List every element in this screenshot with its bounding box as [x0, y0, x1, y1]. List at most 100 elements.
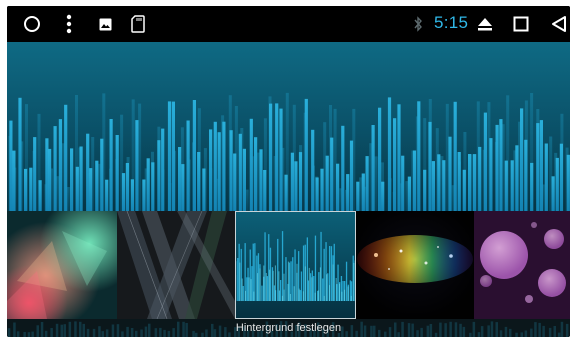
equalizer-bar: [239, 262, 241, 301]
equalizer-bar: [335, 278, 337, 301]
wallpaper-thumbnail-4[interactable]: [356, 211, 474, 319]
equalizer-bar: [79, 146, 83, 212]
equalizer-bar: [412, 150, 417, 212]
equalizer-bar: [387, 97, 392, 212]
equalizer-bar: [64, 104, 68, 212]
equalizer-bar: [327, 273, 329, 301]
equalizer-bar: [344, 289, 346, 301]
equalizer-bar: [332, 264, 334, 301]
equalizer-bar: [263, 170, 267, 212]
equalizer-bar: [161, 128, 165, 212]
equalizer-bar: [417, 101, 421, 212]
equalizer-bar: [401, 155, 405, 212]
equalizer-bar: [130, 179, 134, 212]
equalizer-bar: [75, 166, 79, 212]
equalizer-bar: [478, 146, 482, 212]
equalizer-bar: [349, 140, 354, 212]
equalizer-bar: [109, 119, 113, 212]
overflow-menu-icon[interactable]: [61, 6, 77, 42]
equalizer-bar: [299, 290, 301, 301]
equalizer-bar: [304, 266, 306, 301]
equalizer-bar: [222, 121, 226, 212]
equalizer-bar: [70, 148, 74, 212]
equalizer-bar: [269, 103, 273, 212]
equalizer-bar: [339, 283, 340, 301]
equalizer-bar: [242, 286, 244, 301]
equalizer-bar: [304, 98, 308, 212]
equalizer-bar: [524, 139, 528, 212]
eject-icon[interactable]: [475, 6, 495, 42]
equalizer-bar: [336, 163, 340, 212]
equalizer-bar: [209, 129, 213, 212]
equalizer-bar: [361, 173, 365, 212]
wallpaper-thumbnail-1[interactable]: [7, 211, 117, 319]
equalizer-bar: [289, 294, 291, 301]
equalizer-bar: [259, 268, 261, 301]
equalizer-bar: [462, 169, 466, 212]
equalizer-bar: [12, 150, 16, 212]
equalizer-bar: [138, 103, 142, 212]
circle-home-icon[interactable]: [21, 6, 43, 42]
equalizer-bar: [217, 132, 221, 212]
equalizer-bar: [294, 161, 298, 212]
equalizer-bar: [347, 286, 349, 301]
wallpaper-thumbnail-3[interactable]: [235, 211, 356, 319]
equalizer-bar: [445, 103, 449, 212]
equalizer-bar: [254, 137, 258, 212]
equalizer-bar: [330, 137, 334, 212]
equalizer-bar: [24, 168, 28, 212]
equalizer-bar: [431, 161, 435, 212]
equalizer-bar: [559, 143, 563, 212]
equalizer-bar: [58, 119, 62, 212]
equalizer-bar: [105, 179, 109, 212]
back-triangle-icon[interactable]: [549, 6, 569, 42]
equalizer-bar: [489, 138, 493, 212]
equalizer-bar: [378, 107, 382, 212]
set-wallpaper-button[interactable]: Hintergrund festlegen: [7, 319, 570, 337]
equalizer-bar: [249, 118, 253, 212]
wallpaper-preview: [7, 42, 570, 212]
wallpaper-action-bar: Hintergrund festlegen: [7, 319, 570, 337]
equalizer-bar: [350, 295, 352, 301]
equalizer-bar: [202, 168, 206, 212]
equalizer-bar: [473, 154, 477, 212]
status-clock: 5:15: [434, 13, 469, 32]
equalizer-bar: [320, 168, 324, 212]
equalizer-bar: [290, 152, 294, 212]
equalizer-bar: [263, 265, 265, 301]
equalizer-bar: [397, 104, 401, 212]
wallpaper-thumbnail-5[interactable]: [474, 211, 570, 319]
equalizer-bar: [146, 158, 150, 212]
equalizer-bar: [246, 277, 248, 301]
equalizer-bar: [342, 281, 344, 301]
square-recents-icon[interactable]: [511, 6, 531, 42]
equalizer-bar: [330, 246, 333, 301]
equalizer-bar: [257, 273, 259, 301]
equalizer-bar: [311, 129, 315, 212]
equalizer-bar: [423, 169, 427, 212]
wallpaper-thumbnail-2[interactable]: [117, 211, 235, 319]
equalizer-bar: [29, 167, 33, 212]
equalizer-bar: [274, 265, 276, 301]
equalizer-bar: [515, 145, 519, 212]
equalizer-bar: [510, 160, 514, 212]
equalizer-bar: [468, 154, 472, 212]
equalizer-bar: [125, 163, 129, 212]
equalizer-bar: [250, 279, 252, 301]
equalizer-bar: [356, 181, 360, 212]
equalizer-bar: [292, 257, 294, 301]
equalizer-bar: [374, 156, 378, 212]
equalizer-bar: [186, 120, 190, 212]
equalizer-bar: [341, 125, 345, 212]
equalizer-bar: [151, 162, 155, 212]
equalizer-bar: [499, 119, 503, 212]
equalizer-bar: [323, 295, 325, 301]
equalizer-bar: [53, 126, 57, 212]
equalizer-bar: [313, 276, 315, 301]
image-icon: [97, 6, 113, 42]
equalizer-bar: [504, 160, 508, 212]
equalizer-bar: [253, 291, 255, 301]
equalizer-bar: [293, 286, 295, 301]
equalizer-bar: [448, 136, 452, 212]
equalizer-bar: [566, 154, 570, 212]
